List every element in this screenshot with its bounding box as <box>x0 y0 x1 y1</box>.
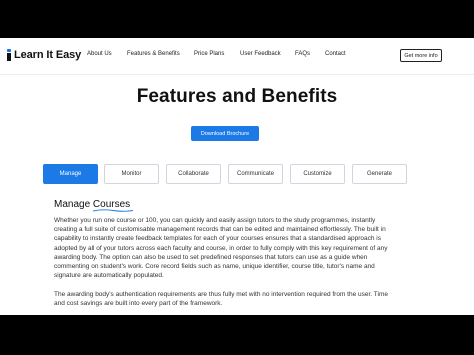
get-more-info-button[interactable]: Get more info <box>400 49 442 62</box>
section-heading: Manage Courses <box>54 199 133 212</box>
tab-customize[interactable]: Customize <box>290 164 345 184</box>
download-brochure-button[interactable]: Download Brochure <box>191 126 259 141</box>
nav-link-about-us[interactable]: About Us <box>87 51 112 57</box>
section-heading-prefix: Manage <box>54 199 93 210</box>
logo-i-icon <box>7 49 11 61</box>
nav-link-user-feedback[interactable]: User Feedback <box>240 51 281 57</box>
nav-divider <box>0 74 474 75</box>
nav-link-faqs[interactable]: FAQs <box>295 51 310 57</box>
tab-communicate[interactable]: Communicate <box>228 164 283 184</box>
tab-monitor[interactable]: Monitor <box>104 164 159 184</box>
logo[interactable]: Learn It Easy <box>7 49 81 61</box>
section-heading-highlight: Courses <box>92 199 133 212</box>
screenshot-frame: Learn It Easy About Us Features & Benefi… <box>0 0 474 355</box>
nav-link-contact[interactable]: Contact <box>325 51 346 57</box>
nav-link-price-plans[interactable]: Price Plans <box>194 51 224 57</box>
brand-name: Learn It Easy <box>14 49 82 61</box>
tab-generate[interactable]: Generate <box>352 164 407 184</box>
page-title: Features and Benefits <box>136 86 338 107</box>
nav-link-features-benefits[interactable]: Features & Benefits <box>127 51 180 57</box>
top-navigation: Learn It Easy About Us Features & Benefi… <box>0 38 474 75</box>
squiggle-underline-icon <box>92 209 133 212</box>
section-paragraph-2: The awarding body's authentication requi… <box>54 291 388 308</box>
tab-manage[interactable]: Manage <box>43 164 98 184</box>
section-paragraph-1: Whether you run one course or 100, you c… <box>54 217 388 280</box>
web-page: Learn It Easy About Us Features & Benefi… <box>0 38 474 315</box>
tab-collaborate[interactable]: Collaborate <box>166 164 221 184</box>
